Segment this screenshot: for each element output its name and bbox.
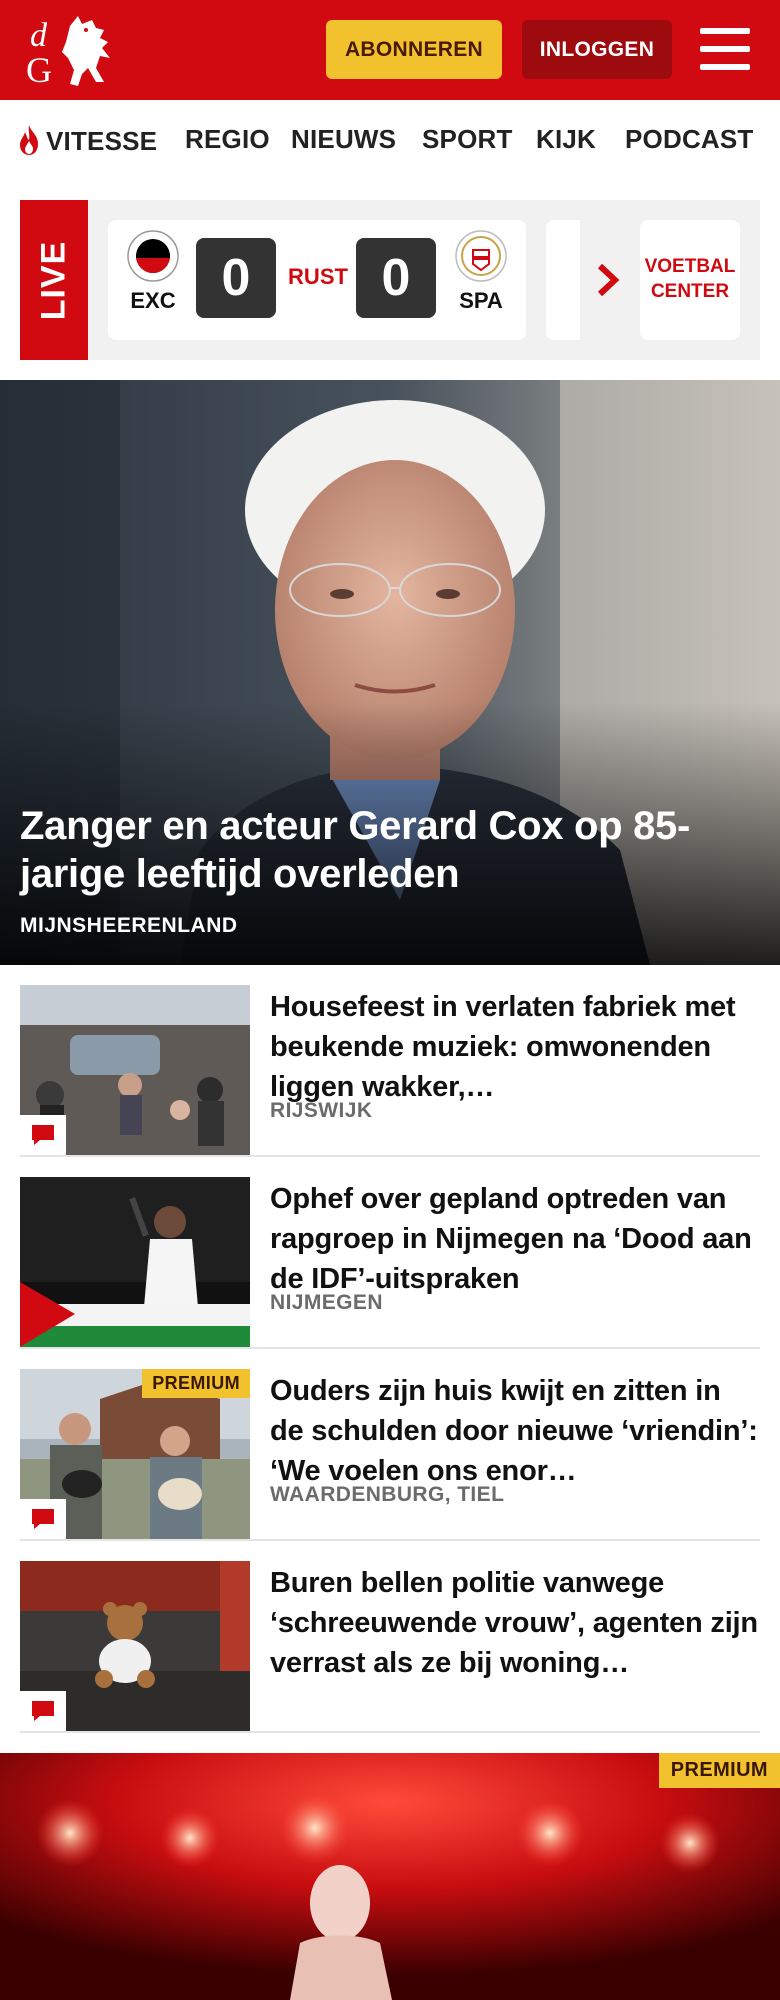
login-button[interactable]: INLOGGEN: [522, 20, 672, 79]
nav-item-kijk[interactable]: KIJK: [536, 124, 596, 155]
svg-text:G: G: [26, 50, 52, 88]
article-item[interactable]: PREMIUM Ouders zijn huis kwijt en zitten…: [20, 1349, 760, 1541]
home-score: 0: [196, 238, 276, 318]
away-club-name: SPA: [459, 288, 503, 313]
away-club: SPA: [446, 230, 516, 314]
article-thumbnail: [20, 1561, 250, 1731]
home-club-name: EXC: [130, 288, 176, 313]
site-logo[interactable]: d G: [26, 12, 116, 90]
home-club: EXC: [118, 230, 188, 314]
article-title[interactable]: Ouders zijn huis kwijt en zitten in de s…: [270, 1371, 760, 1491]
nav-item-label: REGIO: [185, 124, 270, 154]
article-thumbnail: [20, 985, 250, 1155]
article-item[interactable]: Ophef over gepland optreden van rapgroep…: [20, 1157, 760, 1349]
article-thumbnail: PREMIUM: [20, 1369, 250, 1539]
excelsior-logo-icon: [127, 230, 179, 282]
hero-article[interactable]: Zanger en acteur Gerard Cox op 85-jarige…: [0, 380, 780, 965]
premium-promo-article[interactable]: PREMIUM: [0, 1753, 780, 2000]
next-match-button[interactable]: [580, 220, 636, 340]
comment-icon: [20, 1499, 66, 1539]
main-navigation: VITESSE REGIO NIEUWS SPORT KIJK PODCAST: [0, 100, 780, 180]
live-tag: LIVE: [20, 200, 88, 360]
nav-item-sport[interactable]: SPORT: [422, 124, 513, 155]
article-item[interactable]: Buren bellen politie vanwege ‘schreeuwen…: [20, 1541, 760, 1733]
article-location: RIJSWIJK: [270, 1099, 373, 1122]
nav-item-label: VITESSE: [46, 126, 158, 156]
premium-badge: PREMIUM: [142, 1369, 250, 1398]
nav-item-regio[interactable]: REGIO: [185, 124, 270, 155]
site-header: d G ABONNEREN INLOGGEN: [0, 0, 780, 100]
article-thumbnail: [20, 1177, 250, 1347]
away-score: 0: [356, 238, 436, 318]
svg-text:d: d: [30, 17, 48, 54]
chevron-right-icon: [597, 263, 620, 297]
article-title[interactable]: Buren bellen politie vanwege ‘schreeuwen…: [270, 1563, 760, 1683]
nav-item-label: SPORT: [422, 124, 513, 154]
premium-badge: PREMIUM: [658, 1753, 780, 1788]
article-location: NIJMEGEN: [270, 1291, 383, 1314]
article-item[interactable]: Housefeest in verlaten fabriek met beuke…: [20, 965, 760, 1157]
sparta-logo-icon: [455, 230, 507, 282]
article-title[interactable]: Ophef over gepland optreden van rapgroep…: [270, 1179, 760, 1299]
voetbal-center-button[interactable]: VOETBAL CENTER: [640, 220, 740, 340]
nav-item-vitesse[interactable]: VITESSE: [16, 124, 157, 157]
comment-icon: [20, 1115, 66, 1155]
article-location: WAARDENBURG, TIEL: [270, 1483, 505, 1506]
comment-icon: [20, 1691, 66, 1731]
live-scores-panel: LIVE EXC 0 RUST 0 SPA VOETBAL CENTER: [20, 200, 760, 360]
nav-item-label: PODCAST: [625, 124, 754, 154]
nav-item-label: KIJK: [536, 124, 597, 154]
hamburger-menu-icon[interactable]: [700, 26, 752, 72]
nav-item-nieuws[interactable]: NIEUWS: [291, 124, 396, 155]
match-card[interactable]: EXC 0 RUST 0 SPA: [108, 220, 526, 340]
nav-item-podcast[interactable]: PODCAST: [625, 124, 754, 155]
nav-item-label: NIEUWS: [291, 124, 397, 154]
subscribe-button[interactable]: ABONNEREN: [326, 20, 502, 79]
promo-image: [0, 1753, 780, 2000]
match-status: RUST: [288, 264, 348, 289]
hero-title[interactable]: Zanger en acteur Gerard Cox op 85-jarige…: [20, 802, 720, 898]
hero-location: MIJNSHEERENLAND: [20, 914, 238, 937]
flame-icon: [20, 125, 38, 155]
article-title[interactable]: Housefeest in verlaten fabriek met beuke…: [270, 987, 760, 1107]
